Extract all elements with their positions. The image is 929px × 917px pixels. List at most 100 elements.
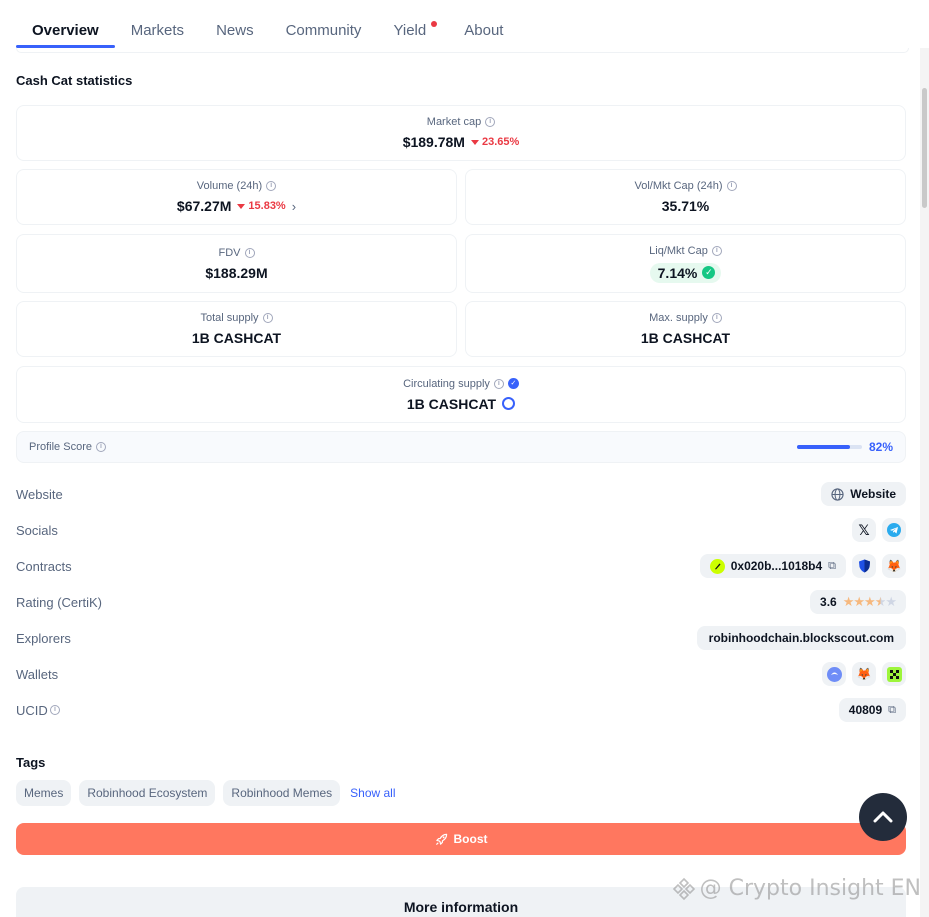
contract-address[interactable]: 0x020b...1018b4 ⧉ [699,554,846,578]
star-icon: ★ [842,594,855,609]
website-label: Website [16,486,63,502]
info-icon[interactable]: i [493,378,504,389]
telegram-icon[interactable] [882,518,906,542]
socials-label: Socials [16,522,58,538]
notification-dot [431,21,438,27]
ucid-chip[interactable]: 40809 ⧉ [838,698,906,722]
shield-icon[interactable] [852,554,876,578]
chevron-right-icon[interactable]: › [292,199,296,214]
wallet-blue-icon[interactable] [822,662,846,686]
supply-ring-icon [502,397,516,410]
circulating-supply-label: Circulating supply [403,377,490,390]
profile-score-label: Profile Score [29,441,92,453]
info-icon[interactable]: i [262,313,273,323]
volume-card[interactable]: Volume (24h) i $67.27M 15.83% › [16,169,457,225]
tag-memes[interactable]: Memes [16,780,72,806]
info-icon[interactable]: i [244,247,255,258]
caret-down-icon [470,139,479,145]
liq-mkt-pill[interactable]: 7.14% ✓ [649,262,722,283]
volume-change: 15.83% [237,200,286,212]
info-icon[interactable]: i [711,245,722,256]
info-icon[interactable]: i [266,181,277,191]
metamask-icon[interactable]: 🦊 [882,554,906,578]
rating-stars: ★★★★★ [842,594,897,610]
certik-rating[interactable]: 3.6 ★★★★★ [810,590,906,614]
website-row: Website Website [16,482,906,506]
verified-icon: ✓ [507,378,519,389]
metamask-icon[interactable]: 🦊 [852,662,876,686]
watermark-text: @ Crypto Insight EN [699,876,921,901]
circulating-supply-card: Circulating supply i ✓ 1B CASHCAT [16,366,906,423]
liq-mkt-value: 7.14% [657,264,698,281]
rating-value: 3.6 [820,595,837,609]
contract-address-value: 0x020b...1018b4 [730,559,823,573]
fdv-label: FDV [218,246,241,259]
profile-score-fill [797,445,851,449]
okx-wallet-icon[interactable] [882,662,906,686]
star-icon: ★ [853,594,865,609]
tag-robinhood-ecosystem[interactable]: Robinhood Ecosystem [79,780,216,806]
profile-score[interactable]: Profile Score i 82% [16,431,906,463]
boost-label: Boost [453,832,488,846]
stats-title: Cash Cat statistics [16,73,133,88]
wallets-row: Wallets 🦊 [16,662,906,686]
copy-icon[interactable]: ⧉ [888,704,896,717]
explorer-link[interactable]: robinhoodchain.blockscout.com [696,626,906,650]
total-supply-value: 1B CASHCAT [191,330,282,346]
boost-button[interactable]: Boost [16,823,906,855]
max-supply-value: 1B CASHCAT [640,330,731,346]
max-supply-label: Max. supply [649,312,708,324]
robinhood-chain-icon [709,558,725,574]
check-icon: ✓ [702,266,716,279]
contracts-row: Contracts 0x020b...1018b4 ⧉ 🦊 [16,554,906,578]
copy-icon[interactable]: ⧉ [828,560,836,573]
vol-mkt-label: Vol/Mkt Cap (24h) [634,180,723,192]
watermark: @ Crypto Insight EN [672,876,921,901]
profile-score-bar [797,445,862,449]
info-icon[interactable]: i [726,181,737,191]
info-icon[interactable]: i [50,705,60,715]
info-icon[interactable]: i [95,442,106,452]
tab-markets[interactable]: Markets [115,14,200,48]
show-all-tags-link[interactable]: Show all [350,786,395,800]
fdv-card: FDV i $188.29M [16,234,457,293]
website-link[interactable]: Website [821,482,906,506]
tab-yield-label: Yield [393,22,427,39]
tab-yield[interactable]: Yield [377,14,448,48]
rocket-icon [435,833,447,845]
tab-news[interactable]: News [200,14,270,48]
volume-label: Volume (24h) [196,180,263,192]
website-link-label: Website [850,487,896,501]
tab-community[interactable]: Community [270,14,378,48]
vol-mkt-value: 35.71% [661,198,710,214]
globe-icon [831,487,844,501]
scrollbar[interactable] [920,48,929,917]
info-icon[interactable]: i [485,117,496,127]
ucid-value: 40809 [848,703,883,717]
caret-down-icon [237,203,246,209]
scroll-to-top-button[interactable] [859,793,907,841]
scrollbar-thumb[interactable] [922,88,927,208]
more-information-label: More information [403,899,519,915]
star-icon: ★ [885,594,897,609]
half-star-icon: ★ [874,594,887,609]
tags-list: Memes Robinhood Ecosystem Robinhood Meme… [16,780,396,806]
x-twitter-icon[interactable]: 𝕏 [852,518,876,542]
tag-robinhood-memes[interactable]: Robinhood Memes [223,780,341,806]
star-icon: ★ [864,594,876,609]
market-cap-card: Market cap i $189.78M 23.65% [16,105,906,161]
tab-overview[interactable]: Overview [16,14,115,48]
rating-row: Rating (CertiK) 3.6 ★★★★★ [16,590,906,614]
ucid-row: UCID 40809 ⧉ [16,698,906,722]
socials-row: Socials 𝕏 [16,518,906,542]
rating-label: Rating (CertiK) [16,594,102,610]
total-supply-label: Total supply [200,312,259,324]
tab-about[interactable]: About [448,14,519,48]
profile-score-value: 82% [868,440,893,454]
volume-change-value: 15.83% [248,200,286,212]
info-icon[interactable]: i [711,313,722,323]
binance-logo-icon [672,877,695,900]
market-cap-change-value: 23.65% [481,136,520,148]
tab-divider [16,48,909,53]
chevron-up-icon [873,811,893,823]
